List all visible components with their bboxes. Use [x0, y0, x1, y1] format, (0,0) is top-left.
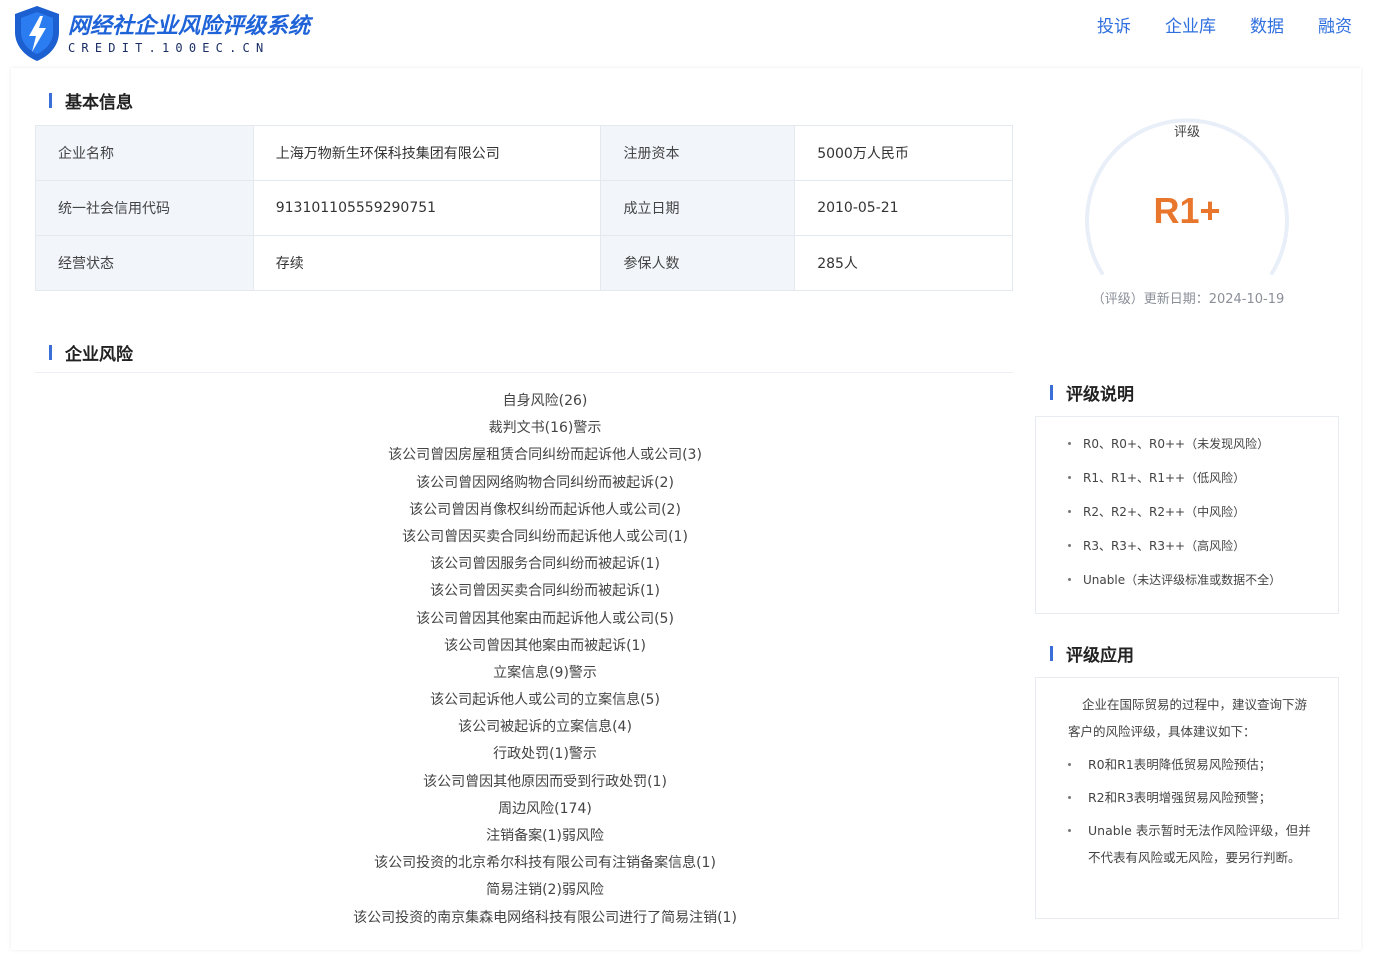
nav-company-library[interactable]: 企业库: [1165, 16, 1216, 38]
shield-lightning-icon: [15, 6, 59, 61]
risk-item[interactable]: 该公司曾因其他案由而被起诉(1): [35, 633, 1055, 660]
rating-application-title: 评级应用: [1050, 641, 1134, 666]
site-logo[interactable]: 网经社企业风险评级系统 CREDIT.100EC.CN: [12, 4, 310, 62]
legend-item: R1、R1+、R1++（低风险）: [1036, 461, 1338, 495]
legend-item: R0、R0+、R0++（未发现风险）: [1036, 427, 1338, 461]
application-item: Unable 表示暂时无法作风险评级，但并不代表有风险或无风险，要另行判断。: [1036, 817, 1338, 871]
risk-item[interactable]: 该公司曾因网络购物合同纠纷而被起诉(2): [35, 470, 1055, 497]
label-business-status: 经营状态: [35, 235, 254, 291]
risk-item[interactable]: 自身风险(26): [35, 388, 1055, 415]
risk-item[interactable]: 该公司起诉他人或公司的立案信息(5): [35, 687, 1055, 714]
legend-item: Unable（未达评级标准或数据不全）: [1036, 563, 1338, 597]
rating-application-panel: 企业在国际贸易的过程中，建议查询下游客户的风险评级，具体建议如下： R0和R1表…: [1035, 677, 1339, 919]
top-nav: 投诉 企业库 数据 融资: [1063, 16, 1352, 38]
rating-legend-title: 评级说明: [1050, 380, 1134, 405]
application-item: R2和R3表明增强贸易风险预警；: [1036, 784, 1338, 811]
value-insured-count: 285人: [794, 235, 1013, 291]
value-company-name: 上海万物新生环保科技集团有限公司: [252, 125, 602, 181]
risk-item[interactable]: 立案信息(9)警示: [35, 660, 1055, 687]
value-business-status: 存续: [252, 235, 602, 291]
rating-label: 评级: [1173, 125, 1200, 140]
nav-data[interactable]: 数据: [1250, 16, 1284, 38]
legend-item: R3、R3+、R3++（高风险）: [1036, 529, 1338, 563]
risk-item[interactable]: 该公司曾因服务合同纠纷而被起诉(1): [35, 551, 1055, 578]
rating-value: R1+: [1153, 190, 1221, 231]
nav-complaint[interactable]: 投诉: [1097, 16, 1131, 38]
logo-title: 网经社企业风险评级系统: [68, 14, 311, 39]
label-credit-code: 统一社会信用代码: [35, 180, 254, 236]
table-row: 经营状态 存续 参保人数 285人: [35, 235, 1013, 291]
top-header: 网经社企业风险评级系统 CREDIT.100EC.CN 投诉 企业库 数据 融资: [0, 0, 1374, 68]
basic-info-table: 企业名称 上海万物新生环保科技集团有限公司 注册资本 5000万人民币 统一社会…: [35, 125, 1013, 291]
label-insured-count: 参保人数: [600, 235, 796, 291]
enterprise-risk-title: 企业风险: [49, 340, 133, 365]
table-row: 企业名称 上海万物新生环保科技集团有限公司 注册资本 5000万人民币: [35, 125, 1013, 181]
risk-item[interactable]: 裁判文书(16)警示: [35, 415, 1055, 442]
risk-list: 自身风险(26) 裁判文书(16)警示 该公司曾因房屋租赁合同纠纷而起诉他人或公…: [35, 388, 1055, 932]
value-registered-capital: 5000万人民币: [794, 125, 1013, 181]
risk-item[interactable]: 该公司投资的北京希尔科技有限公司有注销备案信息(1): [35, 850, 1055, 877]
label-registered-capital: 注册资本: [600, 125, 796, 181]
label-company-name: 企业名称: [35, 125, 254, 181]
risk-item[interactable]: 该公司曾因买卖合同纠纷而被起诉(1): [35, 578, 1055, 605]
application-item: R0和R1表明降低贸易风险预估；: [1036, 751, 1338, 778]
nav-financing[interactable]: 融资: [1318, 16, 1352, 38]
risk-item[interactable]: 简易注销(2)弱风险: [35, 877, 1055, 904]
risk-item[interactable]: 周边风险(174): [35, 796, 1055, 823]
basic-info-title: 基本信息: [49, 88, 133, 113]
risk-item[interactable]: 该公司曾因其他案由而起诉他人或公司(5): [35, 606, 1055, 633]
risk-item[interactable]: 该公司曾因其他原因而受到行政处罚(1): [35, 769, 1055, 796]
risk-item[interactable]: 注销备案(1)弱风险: [35, 823, 1055, 850]
legend-item: R2、R2+、R2++（中风险）: [1036, 495, 1338, 529]
risk-item[interactable]: 行政处罚(1)警示: [35, 741, 1055, 768]
risk-item[interactable]: 该公司曾因肖像权纠纷而起诉他人或公司(2): [35, 497, 1055, 524]
label-founded-date: 成立日期: [600, 180, 796, 236]
application-intro: 企业在国际贸易的过程中，建议查询下游客户的风险评级，具体建议如下：: [1068, 697, 1308, 739]
rating-legend-panel: R0、R0+、R0++（未发现风险） R1、R1+、R1++（低风险） R2、R…: [1035, 416, 1339, 614]
risk-item[interactable]: 该公司曾因买卖合同纠纷而起诉他人或公司(1): [35, 524, 1055, 551]
value-credit-code: 913101105559290751: [252, 180, 602, 236]
risk-item[interactable]: 该公司曾因房屋租赁合同纠纷而起诉他人或公司(3): [35, 442, 1055, 469]
rating-update-date: （评级）更新日期：2024-10-19: [1091, 292, 1285, 307]
table-row: 统一社会信用代码 913101105559290751 成立日期 2010-05…: [35, 180, 1013, 236]
divider: [35, 372, 1013, 373]
value-founded-date: 2010-05-21: [794, 180, 1013, 236]
risk-item[interactable]: 该公司被起诉的立案信息(4): [35, 714, 1055, 741]
risk-item[interactable]: 该公司投资的南京集森电网络科技有限公司进行了简易注销(1): [35, 905, 1055, 932]
logo-subtitle: CREDIT.100EC.CN: [68, 41, 270, 55]
